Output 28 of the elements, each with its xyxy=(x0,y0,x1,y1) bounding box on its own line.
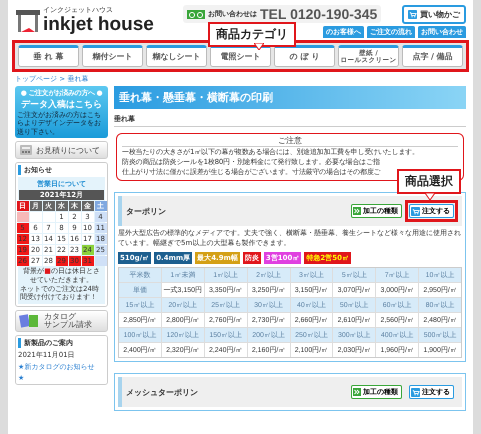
nav-tab[interactable]: の ぼ り xyxy=(274,45,335,67)
catalog-request-link[interactable]: カタログ サンプル請求 xyxy=(15,310,108,332)
callout: 商品カテゴリ xyxy=(208,22,296,47)
product-name: ターポリン xyxy=(126,206,166,217)
nav-tab[interactable]: 点字 / 備品 xyxy=(402,45,463,67)
cart-icon xyxy=(408,10,417,19)
page-title: 垂れ幕・懸垂幕・横断幕の印刷 xyxy=(114,86,466,109)
logo-text: inkjet house xyxy=(43,15,154,34)
cart-icon xyxy=(411,388,420,397)
product-name: メッシュターポリン xyxy=(126,386,198,398)
calculator-icon xyxy=(19,144,33,156)
cart-icon xyxy=(411,206,420,216)
free-dial-icon xyxy=(187,10,205,18)
nav-tab[interactable]: 垂 れ 幕 xyxy=(18,45,79,67)
callout: 商品選択 xyxy=(397,169,461,194)
cart-button[interactable]: 買い物かご xyxy=(402,5,466,24)
notice-title: ご注意 xyxy=(122,135,458,147)
estimate-link[interactable]: お見積りについて xyxy=(15,141,108,160)
printer-logo-icon xyxy=(15,8,41,34)
nav-tab[interactable]: 糊付シート xyxy=(82,45,143,67)
double-chevron-icon xyxy=(353,388,361,396)
nav-tab[interactable]: 糊なしシート xyxy=(146,45,207,67)
double-chevron-icon xyxy=(353,207,361,216)
nav-tab[interactable]: 電照シート xyxy=(210,45,271,67)
callout-pointer-icon xyxy=(254,43,264,50)
catalog-books-icon xyxy=(19,312,41,329)
banner-title: データ入稿はこちら xyxy=(21,98,102,111)
phone-number: TEL 0120-190-345 xyxy=(260,6,378,22)
